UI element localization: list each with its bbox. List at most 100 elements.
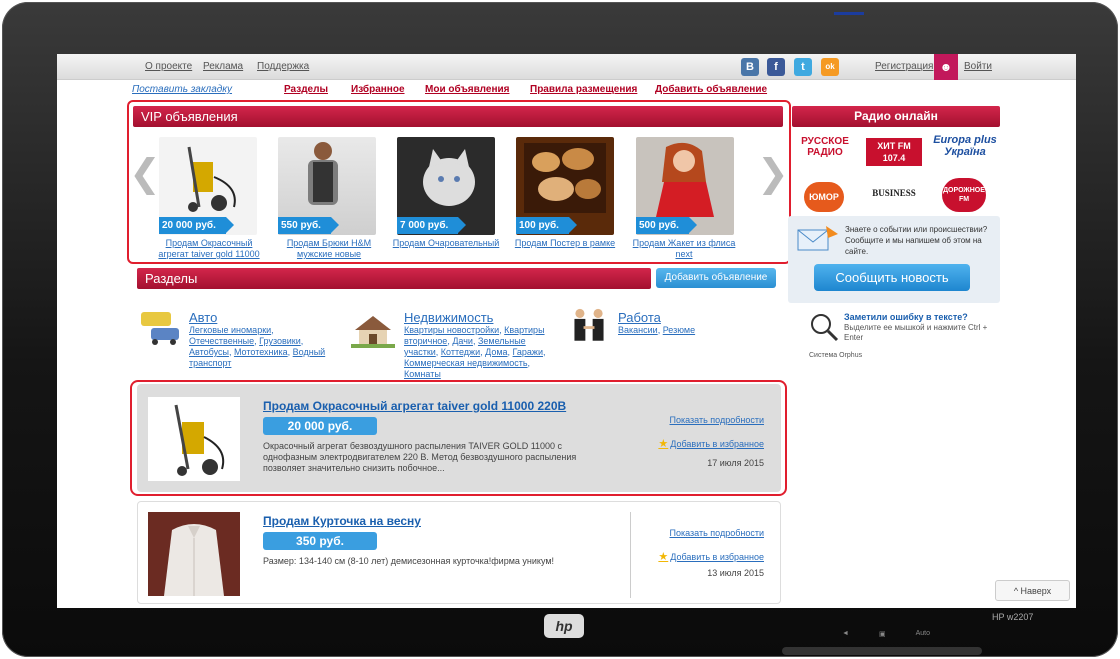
monitor-frame: О проекте Реклама Поддержка В f t ok Рег…	[2, 2, 1118, 657]
ads-link[interactable]: Реклама	[203, 61, 243, 72]
vip-header: VIP объявления	[133, 106, 783, 127]
login-link[interactable]: Войти	[964, 61, 992, 72]
scroll-top-button[interactable]: ^ Наверх	[995, 580, 1070, 601]
radio-header: Радио онлайн	[792, 106, 1000, 127]
vk-icon[interactable]: В	[741, 58, 759, 76]
link-trucks[interactable]: Грузовики	[259, 336, 301, 346]
listing-image[interactable]	[148, 512, 240, 596]
radio-russkoe[interactable]: РУССКОЕ РАДИО	[800, 136, 850, 158]
link-garages[interactable]: Гаражи	[513, 347, 543, 357]
link-houses[interactable]: Дома	[485, 347, 507, 357]
menu-button[interactable]: ▣	[879, 630, 886, 638]
listing-description: Размер: 134-140 см (8-10 лет) демисезонн…	[263, 556, 555, 566]
listing-date: 17 июля 2015	[707, 458, 764, 468]
register-link[interactable]: Регистрация	[875, 61, 933, 72]
link-vacancies[interactable]: Вакансии	[618, 325, 658, 335]
about-link[interactable]: О проекте	[145, 61, 192, 72]
add-favorite-link[interactable]: ★ Добавить в избранное	[658, 550, 764, 563]
nav-rules[interactable]: Правила размещения	[530, 84, 637, 95]
listing-image[interactable]	[148, 397, 240, 481]
radio-hit-fm[interactable]: ХИТ FM 107.4	[866, 138, 922, 166]
show-details-link[interactable]: Показать подробности	[670, 415, 764, 425]
error-title: Заметили ошибку в тексте?	[844, 312, 968, 322]
add-favorite-link[interactable]: ★ Добавить в избранное	[658, 437, 764, 450]
house-icon	[351, 316, 395, 348]
link-new-flats[interactable]: Квартиры новостройки	[404, 325, 499, 335]
power-led	[834, 12, 864, 15]
radio-dorozhnoe[interactable]: ДОРОЖНОЕ FM	[942, 178, 986, 212]
listing-card: Продам Окрасочный агрегат taiver gold 11…	[137, 384, 781, 492]
vip-title[interactable]: Продам Очаровательный	[391, 238, 501, 249]
show-details-link[interactable]: Показать подробности	[670, 528, 764, 538]
users-icon: ☻	[934, 54, 958, 80]
vip-price: 20 000 руб.	[159, 217, 234, 234]
browser-screen: О проекте Реклама Поддержка В f t ok Рег…	[57, 54, 1076, 608]
link-commercial[interactable]: Коммерческая недвижимость	[404, 358, 528, 368]
news-box: Знаете о событии или происшествии? Сообщ…	[788, 216, 1000, 303]
radio-europa-plus[interactable]: Europa plus Україна	[932, 134, 998, 158]
vip-title[interactable]: Продам Брюки H&M мужские новые	[274, 238, 384, 260]
hp-logo: hp	[544, 614, 584, 638]
add-ad-button[interactable]: Добавить объявление	[656, 268, 776, 288]
work-links: Вакансии, Резюме	[618, 325, 696, 335]
volume-button[interactable]: ◄	[842, 630, 849, 638]
star-icon: ★	[658, 438, 669, 450]
listing-price: 20 000 руб.	[263, 417, 377, 435]
link-cottages[interactable]: Коттеджи	[441, 347, 480, 357]
auto-links: Легковые иномарки, Отечественные, Грузов…	[189, 325, 326, 368]
report-news-button[interactable]: Сообщить новость	[814, 264, 970, 291]
vip-price: 500 руб.	[636, 217, 697, 234]
error-text: Выделите ее мышкой и нажмите Ctrl + Ente…	[844, 323, 988, 342]
link-buses[interactable]: Автобусы	[189, 347, 229, 357]
listing-title[interactable]: Продам Курточка на весну	[263, 514, 421, 528]
nav-add-ad[interactable]: Добавить объявление	[655, 84, 767, 95]
auto-button[interactable]: Auto	[916, 630, 930, 638]
support-link[interactable]: Поддержка	[257, 61, 309, 72]
vip-prev-arrow[interactable]: ❮	[129, 154, 161, 192]
vip-price: 100 руб.	[516, 217, 577, 234]
sections-header: Разделы	[137, 268, 651, 289]
listing-description: Окрасочный агрегат безвоздушного распыле…	[263, 441, 577, 473]
listing-date: 13 июля 2015	[707, 568, 764, 578]
model-label: HP w2207	[992, 612, 1034, 622]
add-favorite-label: Добавить в избранное	[670, 552, 764, 562]
news-text: Знаете о событии или происшествии? Сообщ…	[845, 225, 988, 256]
star-icon: ★	[658, 551, 669, 563]
nav-my-ads[interactable]: Мои объявления	[425, 84, 509, 95]
link-rooms[interactable]: Комнаты	[404, 369, 441, 379]
vip-next-arrow[interactable]: ❯	[757, 154, 789, 192]
listing-price: 350 руб.	[263, 532, 377, 550]
bookmark-link[interactable]: Поставить закладку	[132, 84, 232, 95]
link-resume[interactable]: Резюме	[663, 325, 695, 335]
envelope-icon	[797, 226, 838, 251]
add-favorite-label: Добавить в избранное	[670, 439, 764, 449]
nav-sections[interactable]: Разделы	[284, 84, 328, 95]
twitter-icon[interactable]: t	[794, 58, 812, 76]
vip-price: 550 руб.	[278, 217, 339, 234]
radio-business[interactable]: BUSINESS	[866, 188, 922, 198]
car-icon	[141, 312, 179, 345]
vip-price: 7 000 руб.	[397, 217, 467, 234]
category-realty[interactable]: Недвижимость	[404, 310, 493, 325]
link-moto[interactable]: Мототехника	[234, 347, 288, 357]
realty-links: Квартиры новостройки, Квартиры вторичное…	[404, 325, 546, 379]
listing-divider	[630, 512, 631, 598]
listing-title[interactable]: Продам Окрасочный агрегат taiver gold 11…	[263, 399, 566, 413]
nav-favorites[interactable]: Избранное	[351, 84, 405, 95]
odnoklassniki-icon[interactable]: ok	[821, 58, 839, 76]
vip-title[interactable]: Продам Постер в рамке	[510, 238, 620, 249]
listing-card: Продам Курточка на весну 350 руб. Размер…	[137, 501, 781, 604]
link-domestic-cars[interactable]: Отечественные	[189, 336, 254, 346]
top-bar: О проекте Реклама Поддержка В f t ok Рег…	[57, 54, 1076, 80]
radio-humor-fm[interactable]: ЮМОР FM	[804, 182, 844, 232]
category-auto[interactable]: Авто	[189, 310, 217, 325]
vip-title[interactable]: Продам Жакет из флиса next	[629, 238, 739, 260]
link-dachas[interactable]: Дачи	[452, 336, 473, 346]
monitor-controls: ◄ ▣ Auto	[842, 630, 930, 638]
link-foreign-cars[interactable]: Легковые иномарки	[189, 325, 271, 335]
vip-title[interactable]: Продам Окрасочный агрегат taiver gold 11…	[154, 238, 264, 260]
business-people-icon	[574, 308, 604, 341]
orphus-label[interactable]: Система Orphus	[809, 352, 862, 359]
category-work[interactable]: Работа	[618, 310, 661, 325]
facebook-icon[interactable]: f	[767, 58, 785, 76]
